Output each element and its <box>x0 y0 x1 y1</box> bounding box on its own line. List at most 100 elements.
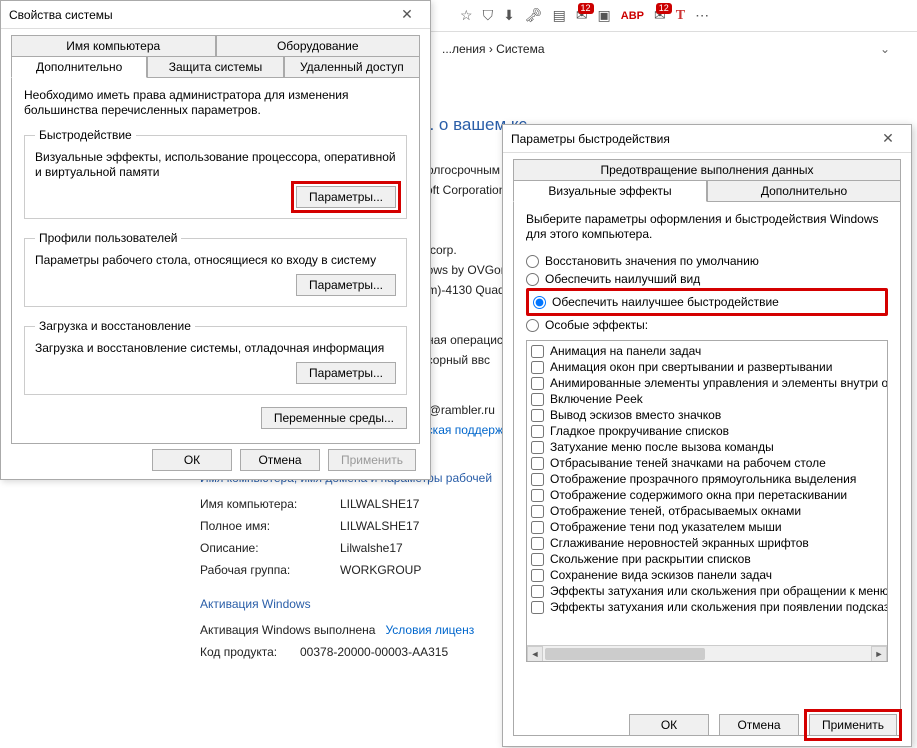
tab-perf-advanced[interactable]: Дополнительно <box>707 180 901 202</box>
titlebar[interactable]: Параметры быстродействия ✕ <box>503 125 911 153</box>
dialog-title: Параметры быстродействия <box>511 132 873 146</box>
effect-checkbox[interactable] <box>531 457 544 470</box>
effects-listbox[interactable]: Анимация на панели задачАнимация окон пр… <box>526 340 888 662</box>
startup-settings-button[interactable]: Параметры... <box>296 362 396 384</box>
tab-hardware[interactable]: Оборудование <box>216 35 421 57</box>
note-icon[interactable]: ▤ <box>553 7 566 24</box>
mail-icon[interactable]: ✉12 <box>576 7 588 24</box>
license-terms-link[interactable]: Условия лиценз <box>385 620 474 640</box>
tabs-row-2: Дополнительно Защита системы Удаленный д… <box>11 56 420 78</box>
text-icon[interactable]: T <box>676 8 685 24</box>
mail2-icon[interactable]: ✉12 <box>654 7 666 24</box>
radio-label: Обеспечить наилучшее быстродействие <box>552 295 779 309</box>
effect-item[interactable]: Отображение содержимого окна при перетас… <box>531 487 883 503</box>
tab-remote[interactable]: Удаленный доступ <box>284 56 420 78</box>
effect-item[interactable]: Сглаживание неровностей экранных шрифтов <box>531 535 883 551</box>
tab-dep[interactable]: Предотвращение выполнения данных <box>513 159 901 181</box>
effect-checkbox[interactable] <box>531 345 544 358</box>
effect-checkbox[interactable] <box>531 553 544 566</box>
effect-item[interactable]: Сохранение вида эскизов панели задач <box>531 567 883 583</box>
effect-label: Эффекты затухания или скольжения при поя… <box>550 600 888 614</box>
dialog-buttons: ОК Отмена Применить <box>629 714 897 736</box>
effect-item[interactable]: Затухание меню после вызова команды <box>531 439 883 455</box>
effect-item[interactable]: Эффекты затухания или скольжения при обр… <box>531 583 883 599</box>
effect-label: Вывод эскизов вместо значков <box>550 408 721 422</box>
effect-checkbox[interactable] <box>531 361 544 374</box>
startup-group: Загрузка и восстановление Загрузка и вос… <box>24 319 407 395</box>
download-icon[interactable]: ⬇ <box>503 7 515 24</box>
radio-input-bestperf[interactable] <box>533 296 546 309</box>
tab-computer-name[interactable]: Имя компьютера <box>11 35 216 57</box>
effect-item[interactable]: Эффекты затухания или скольжения при поя… <box>531 599 883 615</box>
tab-system-protection[interactable]: Защита системы <box>147 56 283 78</box>
effect-item[interactable]: Гладкое прокручивание списков <box>531 423 883 439</box>
scroll-left-icon[interactable]: ◄ <box>527 646 543 662</box>
radio-let-windows-choose[interactable]: Восстановить значения по умолчанию <box>526 252 888 270</box>
tabs-row-1: Имя компьютера Оборудование <box>11 35 420 57</box>
horizontal-scrollbar[interactable]: ◄ ► <box>527 645 887 661</box>
radio-custom[interactable]: Особые эффекты: <box>526 316 888 334</box>
tab-advanced[interactable]: Дополнительно <box>11 56 147 78</box>
effect-checkbox[interactable] <box>531 505 544 518</box>
effect-item[interactable]: Анимированные элементы управления и элем… <box>531 375 883 391</box>
radio-input-default[interactable] <box>526 255 539 268</box>
effect-label: Затухание меню после вызова команды <box>550 440 774 454</box>
effect-item[interactable]: Отображение тени под указателем мыши <box>531 519 883 535</box>
effect-item[interactable]: Скольжение при раскрытии списков <box>531 551 883 567</box>
effect-item[interactable]: Отображение теней, отбрасываемых окнами <box>531 503 883 519</box>
effect-label: Отображение теней, отбрасываемых окнами <box>550 504 801 518</box>
cube-icon[interactable]: ▣ <box>598 7 611 24</box>
scroll-thumb[interactable] <box>545 648 705 660</box>
env-vars-button[interactable]: Переменные среды... <box>261 407 407 429</box>
effect-checkbox[interactable] <box>531 393 544 406</box>
ok-button[interactable]: ОК <box>629 714 709 736</box>
dialog-buttons: ОК Отмена Применить <box>152 449 416 471</box>
effect-item[interactable]: Отбрасывание теней значками на рабочем с… <box>531 455 883 471</box>
effect-checkbox[interactable] <box>531 441 544 454</box>
profiles-settings-button[interactable]: Параметры... <box>296 274 396 296</box>
cancel-button[interactable]: Отмена <box>240 449 320 471</box>
effect-checkbox[interactable] <box>531 569 544 582</box>
effect-checkbox[interactable] <box>531 425 544 438</box>
scroll-right-icon[interactable]: ► <box>871 646 887 662</box>
effect-checkbox[interactable] <box>531 585 544 598</box>
radio-input-bestlook[interactable] <box>526 273 539 286</box>
apply-button[interactable]: Применить <box>809 714 897 736</box>
radio-best-appearance[interactable]: Обеспечить наилучший вид <box>526 270 888 288</box>
abp-icon[interactable]: ABP <box>621 10 644 22</box>
performance-settings-button[interactable]: Параметры... <box>296 186 396 208</box>
tabs-row-2: Визуальные эффекты Дополнительно <box>513 180 901 202</box>
key-icon[interactable]: 🗝 <box>525 7 543 24</box>
radio-best-performance-highlight: Обеспечить наилучшее быстродействие <box>526 288 888 316</box>
apply-button[interactable]: Применить <box>328 449 416 471</box>
effect-checkbox[interactable] <box>531 489 544 502</box>
startup-group-title: Загрузка и восстановление <box>35 319 195 333</box>
tab-visual-effects[interactable]: Визуальные эффекты <box>513 180 707 202</box>
radio-best-performance[interactable]: Обеспечить наилучшее быстродействие <box>533 293 881 311</box>
breadcrumb[interactable]: ...ления › Система <box>442 42 545 56</box>
performance-options-dialog: Параметры быстродействия ✕ Предотвращени… <box>502 124 912 747</box>
effect-checkbox[interactable] <box>531 473 544 486</box>
shield-icon[interactable]: ⛉ <box>483 7 494 24</box>
star-icon[interactable]: ☆ <box>460 7 473 24</box>
effect-item[interactable]: Вывод эскизов вместо значков <box>531 407 883 423</box>
effect-label: Анимация окон при свертывании и разверты… <box>550 360 832 374</box>
cancel-button[interactable]: Отмена <box>719 714 799 736</box>
close-icon[interactable]: ✕ <box>392 6 422 23</box>
effect-checkbox[interactable] <box>531 537 544 550</box>
effect-item[interactable]: Анимация окон при свертывании и разверты… <box>531 359 883 375</box>
profiles-desc: Параметры рабочего стола, относящиеся ко… <box>35 253 396 268</box>
effect-item[interactable]: Анимация на панели задач <box>531 343 883 359</box>
effect-item[interactable]: Включение Peek <box>531 391 883 407</box>
radio-input-custom[interactable] <box>526 319 539 332</box>
titlebar[interactable]: Свойства системы ✕ <box>1 1 430 29</box>
close-icon[interactable]: ✕ <box>873 130 903 147</box>
effect-checkbox[interactable] <box>531 409 544 422</box>
ok-button[interactable]: ОК <box>152 449 232 471</box>
chevron-down-icon[interactable]: ⌄ <box>880 42 890 56</box>
ext-icon[interactable]: ⋯ <box>695 7 709 24</box>
effect-checkbox[interactable] <box>531 601 544 614</box>
effect-checkbox[interactable] <box>531 521 544 534</box>
effect-item[interactable]: Отображение прозрачного прямоугольника в… <box>531 471 883 487</box>
effect-checkbox[interactable] <box>531 377 544 390</box>
